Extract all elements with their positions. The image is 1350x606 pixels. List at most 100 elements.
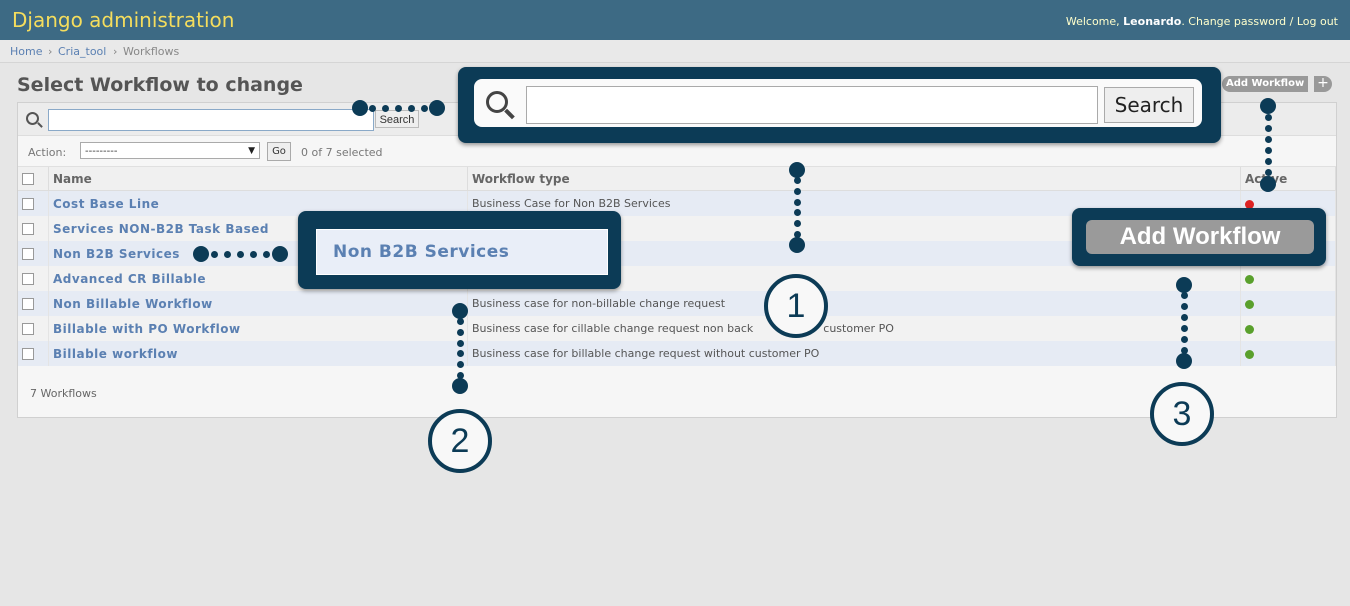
row-checkbox[interactable] bbox=[22, 323, 34, 335]
connector-end-dot bbox=[1176, 353, 1192, 369]
row-select-cell bbox=[18, 341, 49, 366]
connector-dot bbox=[250, 250, 258, 258]
connector-dot bbox=[1264, 158, 1272, 166]
connector-dot bbox=[223, 250, 231, 258]
column-header-name[interactable]: Name bbox=[48, 167, 468, 191]
connector-dot bbox=[793, 198, 801, 206]
row-select-cell bbox=[18, 190, 49, 216]
header-bar: Django administration Welcome, Leonardo.… bbox=[0, 0, 1350, 40]
connector-dot bbox=[237, 250, 244, 258]
breadcrumb-app[interactable]: Cria_tool bbox=[58, 45, 106, 58]
search-icon bbox=[486, 91, 508, 113]
select-all-header bbox=[18, 167, 49, 191]
workflow-type: Business Case for Non B2B Services bbox=[472, 197, 671, 210]
connector-end-dot bbox=[429, 100, 445, 116]
connector-end-dot bbox=[452, 303, 468, 319]
callout-add-workflow: Add Workflow bbox=[1072, 208, 1326, 266]
select-all-checkbox[interactable] bbox=[22, 173, 34, 185]
workflow-type-tail: customer PO bbox=[823, 322, 894, 335]
result-count: 7 Workflows bbox=[30, 387, 97, 400]
row-checkbox[interactable] bbox=[22, 248, 34, 260]
connector-dot bbox=[456, 339, 464, 347]
table-row[interactable]: Billable with PO Workflow Business case f… bbox=[18, 316, 1336, 341]
connector-dot bbox=[1180, 324, 1188, 332]
workflow-name-link[interactable]: Non B2B Services bbox=[53, 247, 180, 261]
connector-dot bbox=[382, 104, 390, 112]
add-workflow-button[interactable]: Add Workflow bbox=[1222, 76, 1309, 92]
workflow-type: Business case for cillable change reques… bbox=[472, 322, 754, 335]
workflow-name-link[interactable]: Advanced CR Billable bbox=[53, 272, 206, 286]
table-row[interactable]: Advanced CR Billable bbox=[18, 266, 1336, 291]
connector-dot bbox=[210, 250, 218, 258]
connector-dot bbox=[263, 250, 271, 258]
breadcrumb-current: Workflows bbox=[123, 45, 180, 58]
workflow-name-link[interactable]: Billable with PO Workflow bbox=[53, 322, 241, 336]
plus-icon[interactable]: + bbox=[1314, 76, 1332, 92]
connector-dot bbox=[793, 177, 801, 185]
row-select-cell bbox=[18, 266, 49, 291]
table-row[interactable]: Non Billable Workflow Business case for n… bbox=[18, 291, 1336, 316]
check-icon bbox=[1245, 274, 1254, 284]
search-input[interactable] bbox=[48, 109, 374, 131]
step-number-1: 1 bbox=[764, 274, 828, 338]
table-row[interactable]: Billable workflow Business case for billa… bbox=[18, 341, 1336, 366]
connector-end-dot bbox=[352, 100, 368, 116]
row-name-cell: Non Billable Workflow bbox=[48, 291, 468, 316]
connector-dot bbox=[1180, 303, 1188, 311]
connector-dot bbox=[1180, 314, 1188, 322]
connector-end-dot bbox=[452, 378, 468, 394]
connector-dot bbox=[1180, 346, 1188, 354]
connector-dot bbox=[1264, 113, 1272, 121]
connector-dot bbox=[456, 328, 464, 336]
row-type-cell: Business case for cillable change reques… bbox=[467, 316, 1241, 341]
row-checkbox[interactable] bbox=[22, 198, 34, 210]
callout-workflow-link: Non B2B Services bbox=[298, 211, 621, 289]
breadcrumb-separator: › bbox=[48, 45, 53, 58]
workflow-name-link[interactable]: Services NON-B2B Task Based bbox=[53, 222, 269, 236]
row-checkbox[interactable] bbox=[22, 298, 34, 310]
callout-add-workflow-label: Add Workflow bbox=[1086, 220, 1314, 254]
callout-search-panel: Search bbox=[474, 79, 1202, 127]
callout-workflow-panel: Non B2B Services bbox=[316, 229, 608, 275]
connector-dot bbox=[793, 209, 801, 217]
connector-dot bbox=[793, 220, 801, 228]
column-header-type[interactable]: Workflow type bbox=[467, 167, 1241, 191]
connector-dot bbox=[456, 361, 464, 369]
row-active-cell bbox=[1240, 341, 1336, 366]
callout-search: Search bbox=[458, 67, 1221, 143]
check-icon bbox=[1245, 324, 1254, 334]
column-header-active[interactable]: Active bbox=[1240, 167, 1336, 191]
breadcrumb-home[interactable]: Home bbox=[10, 45, 42, 58]
row-active-cell bbox=[1240, 316, 1336, 341]
row-checkbox[interactable] bbox=[22, 223, 34, 235]
check-icon bbox=[1245, 349, 1254, 359]
welcome-text: Welcome, bbox=[1065, 15, 1120, 28]
connector-end-dot bbox=[272, 246, 288, 262]
connector-dot bbox=[456, 350, 464, 358]
connector-end-dot bbox=[1260, 176, 1276, 192]
results-table: Name Workflow type Active Cost Base Line… bbox=[18, 167, 1336, 366]
search-button[interactable]: Search bbox=[375, 110, 419, 128]
workflow-name-link[interactable]: Non Billable Workflow bbox=[53, 297, 213, 311]
workflow-name-link[interactable]: Billable workflow bbox=[53, 347, 178, 361]
action-select[interactable]: --------- ▼ bbox=[80, 142, 260, 159]
row-checkbox[interactable] bbox=[22, 273, 34, 285]
go-button[interactable]: Go bbox=[267, 142, 291, 161]
username: Leonardo bbox=[1123, 15, 1182, 28]
workflow-name-link[interactable]: Cost Base Line bbox=[53, 197, 159, 211]
callout-search-input bbox=[526, 86, 1098, 124]
row-name-cell: Billable workflow bbox=[48, 341, 468, 366]
connector-end-dot bbox=[789, 237, 805, 253]
site-title[interactable]: Django administration bbox=[12, 8, 234, 32]
account-links[interactable]: . Change password / Log out bbox=[1181, 15, 1338, 28]
connector-dot bbox=[395, 104, 402, 112]
action-label: Action: bbox=[28, 146, 67, 159]
row-select-cell bbox=[18, 216, 49, 241]
step-number-2: 2 bbox=[428, 409, 492, 473]
step-number-3: 3 bbox=[1150, 382, 1214, 446]
connector-dot bbox=[456, 318, 464, 326]
row-name-cell: Billable with PO Workflow bbox=[48, 316, 468, 341]
connector-end-dot bbox=[1260, 98, 1276, 114]
connector-dot bbox=[1264, 147, 1272, 155]
row-checkbox[interactable] bbox=[22, 348, 34, 360]
